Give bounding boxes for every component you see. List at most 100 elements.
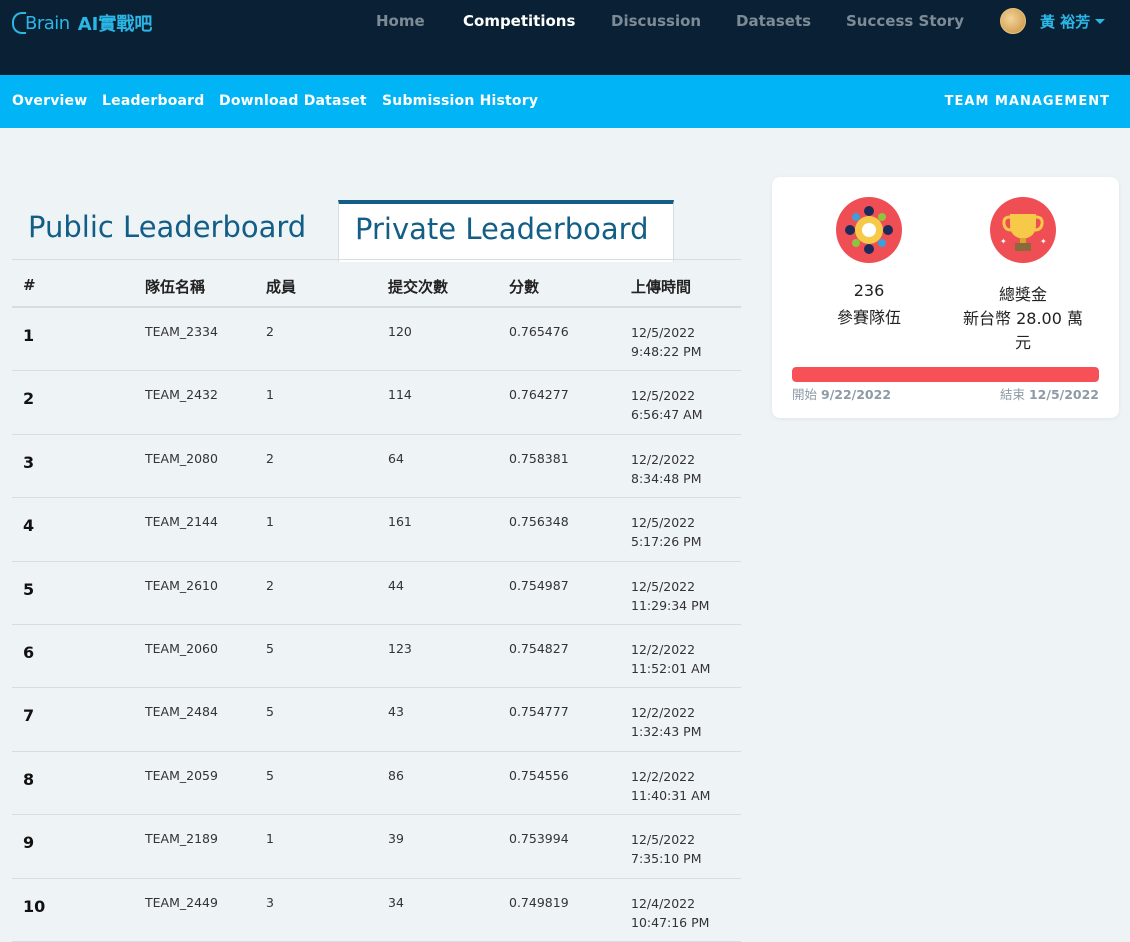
cell-upload-time: 12/5/2022 7:35:10 PM bbox=[631, 830, 701, 868]
cell-upload-date: 12/5/2022 bbox=[631, 515, 696, 531]
cell-upload-time: 12/2/2022 8:34:48 PM bbox=[631, 450, 701, 488]
cell-upload-date: 12/2/2022 bbox=[631, 768, 696, 784]
cell-upload-clock: 10:47:16 PM bbox=[631, 914, 710, 930]
cell-score: 0.749819 bbox=[509, 894, 569, 910]
cell-submissions: 123 bbox=[388, 640, 412, 656]
cell-members: 5 bbox=[266, 704, 274, 720]
start-date-value: 9/22/2022 bbox=[821, 387, 892, 402]
cell-upload-date: 12/5/2022 bbox=[631, 325, 696, 340]
nav-discussion[interactable]: Discussion bbox=[611, 12, 701, 30]
cell-submissions: 34 bbox=[388, 894, 404, 910]
cell-submissions: 43 bbox=[388, 704, 404, 720]
table-header: # 隊伍名稱 成員 提交次數 分數 上傳時間 bbox=[12, 260, 741, 308]
table-body: 1 TEAM_2334 2 120 0.765476 12/5/2022 9:48:22 P… bbox=[12, 308, 741, 942]
subnav-leaderboard[interactable]: Leaderboard bbox=[102, 93, 205, 109]
table-row: 8 TEAM_2059 5 86 0.754556 12/2/2022 11:40:31 A… bbox=[12, 752, 741, 816]
avatar[interactable] bbox=[1000, 8, 1026, 34]
leaderboard-table: # 隊伍名稱 成員 提交次數 分數 上傳時間 1 TEAM_2334 2 120 0.7… bbox=[12, 260, 741, 942]
tab-private-leaderboard[interactable]: Private Leaderboard bbox=[338, 200, 674, 262]
cell-upload-date: 12/4/2022 bbox=[631, 895, 696, 911]
tab-public-leaderboard[interactable]: Public Leaderboard bbox=[28, 200, 306, 260]
cell-upload-date: 12/2/2022 bbox=[631, 705, 696, 721]
table-row: 7 TEAM_2484 5 43 0.754777 12/2/2022 1:32:43 PM bbox=[12, 688, 741, 752]
prize-value: 新台幣 28.00 萬 bbox=[963, 309, 1083, 328]
prize-title: 總獎金 bbox=[998, 285, 1047, 304]
header-rank: # bbox=[23, 276, 36, 294]
cell-upload-date: 12/5/2022 bbox=[631, 578, 696, 594]
end-date: 結束 12/5/2022 bbox=[1000, 384, 1099, 403]
cell-submissions: 39 bbox=[388, 831, 404, 847]
cell-rank: 7 bbox=[23, 706, 35, 726]
cell-score: 0.764277 bbox=[509, 387, 569, 403]
cell-rank: 10 bbox=[23, 896, 46, 916]
cell-members: 1 bbox=[266, 831, 274, 847]
cell-score: 0.754777 bbox=[509, 704, 569, 720]
svg-text:✦: ✦ bbox=[1040, 237, 1047, 246]
cell-score: 0.754556 bbox=[509, 767, 569, 783]
table-row: 5 TEAM_2610 2 44 0.754987 12/5/2022 11:29:34 P… bbox=[12, 562, 741, 625]
table-row: 2 TEAM_2432 1 114 0.764277 12/5/2022 6:56:47 A… bbox=[12, 371, 741, 435]
top-navbar: Brain AI實戰吧 Home Competitions Discussion… bbox=[0, 0, 1130, 75]
cell-members: 1 bbox=[266, 514, 274, 530]
user-menu[interactable]: 黃 裕芳 bbox=[1000, 8, 1106, 34]
cell-upload-time: 12/5/2022 11:29:34 PM bbox=[631, 577, 709, 615]
cell-team: TEAM_2060 bbox=[145, 640, 218, 656]
nav-home[interactable]: Home bbox=[376, 12, 425, 30]
cell-rank: 6 bbox=[23, 642, 35, 662]
nav-success-story[interactable]: Success Story bbox=[846, 12, 964, 30]
user-name[interactable]: 黃 裕芳 bbox=[1040, 11, 1090, 32]
team-management-link[interactable]: TEAM MANAGEMENT bbox=[945, 94, 1110, 109]
svg-text:✦: ✦ bbox=[1000, 237, 1007, 246]
cell-team: TEAM_2189 bbox=[145, 831, 218, 847]
tbrain-logo[interactable]: Brain AI實戰吧 bbox=[12, 9, 152, 37]
cell-team: TEAM_2334 bbox=[145, 324, 218, 339]
cell-rank: 9 bbox=[23, 833, 35, 853]
cell-submissions: 161 bbox=[388, 514, 412, 530]
start-label: 開始 bbox=[792, 387, 818, 402]
cell-members: 3 bbox=[266, 894, 274, 910]
cell-rank: 2 bbox=[23, 389, 35, 409]
cell-score: 0.753994 bbox=[509, 831, 569, 847]
table-row: 4 TEAM_2144 1 161 0.756348 12/5/2022 5:17:26 P… bbox=[12, 498, 741, 562]
cell-submissions: 64 bbox=[388, 450, 404, 466]
subnav-submission-history[interactable]: Submission History bbox=[382, 93, 538, 109]
table-row: 10 TEAM_2449 3 34 0.749819 12/4/2022 10:47:16 … bbox=[12, 879, 741, 942]
subnav-overview[interactable]: Overview bbox=[12, 93, 87, 109]
progress-fill bbox=[792, 367, 1099, 382]
end-date-value: 12/5/2022 bbox=[1028, 387, 1099, 402]
cell-upload-time: 12/5/2022 6:56:47 AM bbox=[631, 386, 703, 424]
cell-upload-clock: 5:17:26 PM bbox=[631, 534, 702, 550]
cell-team: TEAM_2610 bbox=[145, 577, 218, 593]
cell-members: 1 bbox=[266, 387, 274, 403]
cell-upload-time: 12/5/2022 5:17:26 PM bbox=[631, 513, 701, 551]
cell-rank: 3 bbox=[23, 452, 35, 472]
cell-score: 0.758381 bbox=[509, 450, 569, 466]
cell-members: 5 bbox=[266, 767, 274, 783]
header-upload-time: 上傳時間 bbox=[631, 278, 692, 296]
teams-label: 參賽隊伍 bbox=[836, 308, 901, 327]
cell-team: TEAM_2449 bbox=[145, 894, 218, 910]
cell-team: TEAM_2059 bbox=[145, 767, 218, 783]
competition-subnav: Overview Leaderboard Download Dataset Su… bbox=[0, 75, 1130, 128]
chevron-down-icon[interactable] bbox=[1095, 18, 1106, 24]
table-row: 6 TEAM_2060 5 123 0.754827 12/2/2022 11:52:01 … bbox=[12, 625, 741, 689]
nav-competitions[interactable]: Competitions bbox=[463, 12, 575, 30]
cell-upload-clock: 11:52:01 AM bbox=[631, 660, 711, 676]
cell-members: 2 bbox=[266, 324, 274, 339]
nav-datasets[interactable]: Datasets bbox=[736, 12, 811, 30]
cell-score: 0.754827 bbox=[509, 640, 569, 656]
cell-members: 5 bbox=[266, 640, 274, 656]
cell-upload-clock: 11:29:34 PM bbox=[631, 597, 710, 613]
cell-rank: 1 bbox=[23, 326, 35, 345]
competition-progress-bar bbox=[792, 367, 1099, 382]
cell-team: TEAM_2080 bbox=[145, 450, 218, 466]
cell-upload-date: 12/5/2022 bbox=[631, 832, 696, 848]
subnav-download-dataset[interactable]: Download Dataset bbox=[219, 93, 367, 109]
cell-members: 2 bbox=[266, 450, 274, 466]
header-submissions: 提交次數 bbox=[388, 278, 449, 296]
logo-ring-icon bbox=[12, 12, 26, 34]
cell-upload-clock: 7:35:10 PM bbox=[631, 851, 702, 867]
cell-upload-time: 12/5/2022 9:48:22 PM bbox=[631, 323, 701, 361]
cell-upload-time: 12/2/2022 11:40:31 AM bbox=[631, 767, 710, 805]
cell-upload-date: 12/2/2022 bbox=[631, 451, 696, 467]
